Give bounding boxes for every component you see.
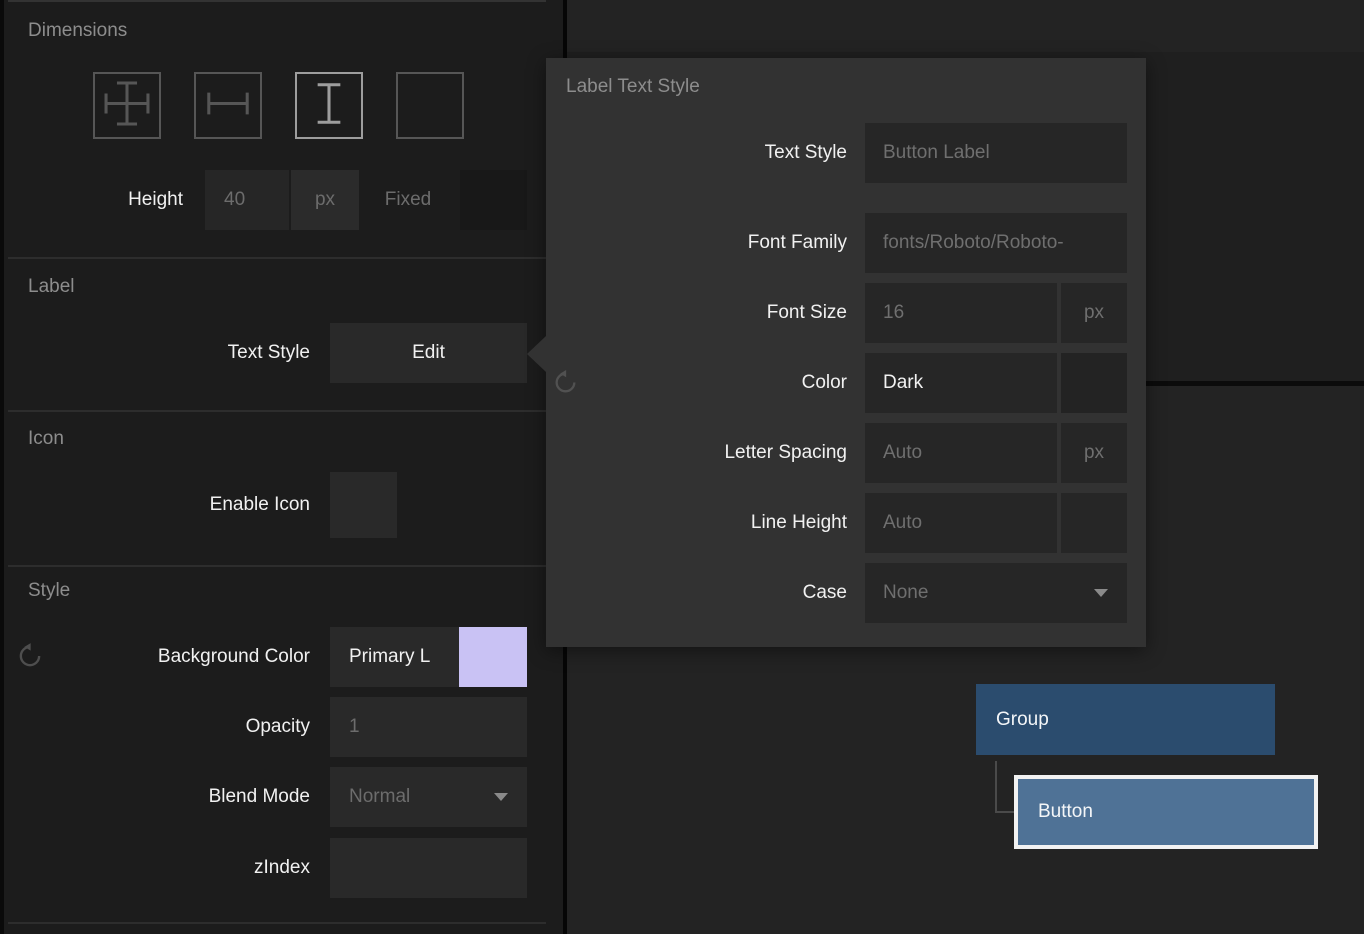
reset-background-color-button[interactable]	[16, 642, 44, 675]
section-divider	[8, 565, 546, 567]
popup-font-family-input[interactable]: fonts/Roboto/Roboto-	[865, 213, 1127, 273]
height-unit-selector[interactable]: px	[291, 170, 359, 230]
popup-font-size-unit[interactable]: px	[1061, 283, 1127, 343]
popup-letter-spacing-input[interactable]: Auto	[865, 423, 1057, 483]
popup-text-style-input[interactable]: Button Label	[865, 123, 1127, 183]
blend-mode-label: Blend Mode	[150, 767, 310, 827]
popup-color-label: Color	[546, 353, 847, 413]
text-style-edit-button[interactable]: Edit	[330, 323, 527, 383]
opacity-input[interactable]: 1	[330, 697, 527, 757]
reset-icon	[552, 383, 579, 400]
panel-top-divider	[8, 0, 546, 2]
fixed-label: Fixed	[368, 170, 448, 230]
background-color-value-button[interactable]: Primary L	[330, 627, 459, 687]
popup-font-size-label: Font Size	[546, 283, 847, 343]
dimension-height-icon	[301, 76, 357, 136]
dimension-mode-height-button[interactable]	[295, 72, 363, 139]
fixed-checkbox[interactable]	[460, 170, 527, 230]
dimension-width-height-icon	[99, 76, 155, 136]
tree-connector-vertical	[995, 761, 997, 813]
popup-title: Label Text Style	[566, 76, 700, 98]
reset-color-button[interactable]	[552, 369, 579, 401]
popup-color-swatch[interactable]	[1061, 353, 1127, 413]
popup-line-height-label: Line Height	[546, 493, 847, 553]
zindex-label: zIndex	[150, 838, 310, 898]
popup-letter-spacing-unit[interactable]: px	[1061, 423, 1127, 483]
icon-section-title: Icon	[28, 428, 64, 450]
height-label: Height	[60, 170, 183, 230]
opacity-label: Opacity	[150, 697, 310, 757]
style-section-title: Style	[28, 580, 70, 602]
dimension-mode-width-height-button[interactable]	[93, 72, 161, 139]
text-style-label: Text Style	[150, 323, 310, 383]
label-text-style-popup: Label Text Style Text Style Button Label…	[546, 58, 1146, 647]
button-node-label: Button	[1038, 779, 1093, 845]
dimension-width-icon	[200, 76, 256, 136]
popup-font-family-label: Font Family	[546, 213, 847, 273]
group-node-label: Group	[996, 684, 1049, 755]
chevron-down-icon	[494, 793, 508, 801]
popup-case-select[interactable]: None	[865, 563, 1127, 623]
section-divider	[8, 410, 546, 412]
chevron-down-icon	[1094, 589, 1108, 597]
dimension-mode-none-button[interactable]	[396, 72, 464, 139]
popup-line-height-unit[interactable]	[1061, 493, 1127, 553]
zindex-input[interactable]	[330, 838, 527, 898]
dimension-mode-width-button[interactable]	[194, 72, 262, 139]
section-divider	[8, 922, 546, 924]
enable-icon-checkbox[interactable]	[330, 472, 397, 538]
popup-callout-arrow	[527, 336, 546, 372]
popup-text-style-label: Text Style	[546, 123, 847, 183]
enable-icon-label: Enable Icon	[120, 475, 310, 535]
panel-left-border	[0, 0, 4, 934]
popup-case-label: Case	[546, 563, 847, 623]
popup-line-height-input[interactable]: Auto	[865, 493, 1057, 553]
app-screen: Group Button Dimensions Height	[0, 0, 1364, 934]
tree-connector-horizontal	[995, 811, 1014, 813]
label-section-title: Label	[28, 276, 75, 298]
canvas-button-node[interactable]: Button	[1014, 775, 1318, 849]
section-divider	[8, 257, 546, 259]
background-color-label: Background Color	[80, 627, 310, 687]
height-input[interactable]: 40	[205, 170, 289, 230]
dimensions-section-title: Dimensions	[28, 20, 127, 42]
popup-color-value-button[interactable]: Dark	[865, 353, 1057, 413]
reset-icon	[16, 657, 44, 674]
popup-letter-spacing-label: Letter Spacing	[546, 423, 847, 483]
popup-font-size-input[interactable]: 16	[865, 283, 1057, 343]
background-color-swatch[interactable]	[459, 627, 527, 687]
canvas-group-node[interactable]: Group	[976, 684, 1275, 755]
